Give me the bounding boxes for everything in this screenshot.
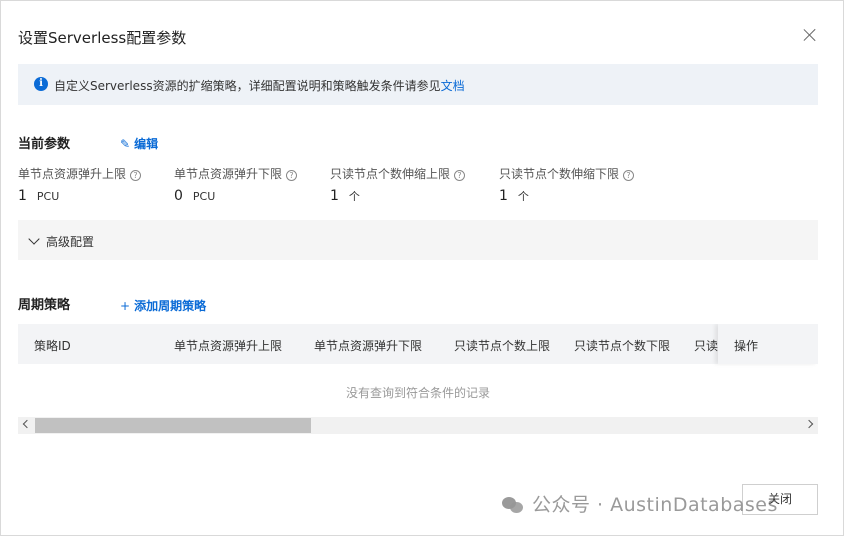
param-unit: 个 [348,190,360,203]
column-header-min-ro: 只读节点个数下限 [574,339,671,353]
param-unit: 个 [517,190,529,203]
param-unit: PCU [36,190,60,203]
param-number: 0 [174,188,183,204]
info-notice: i 自定义Serverless资源的扩缩策略，详细配置说明和策略触发条件请参见文… [18,64,818,105]
scroll-left-icon[interactable] [22,419,32,429]
param-label-min-pcu: 单节点资源弹升下限? [174,165,298,182]
column-header-policy-id: 策略ID [34,339,71,353]
column-header-max-pcu: 单节点资源弹升上限 [174,339,283,353]
column-header-actions: 操作 [718,324,818,364]
notice-text: 自定义Serverless资源的扩缩策略，详细配置说明和策略触发条件请参见文档 [54,77,465,94]
docs-link[interactable]: 文档 [441,79,465,93]
param-label-max-pcu: 单节点资源弹升上限? [18,165,142,182]
help-icon[interactable]: ? [286,170,298,181]
table-header: 策略ID 单节点资源弹升上限 单节点资源弹升下限 只读节点个数上限 只读节点个数… [18,324,818,364]
serverless-config-dialog: 设置Serverless配置参数 i 自定义Serverless资源的扩缩策略，… [0,0,844,536]
column-header-truncated: 只读 [694,339,719,353]
help-icon[interactable]: ? [130,170,142,181]
edit-icon: ✎ [120,137,131,151]
actions-label: 操作 [734,339,759,353]
watermark: 公众号 · AustinDatabases [502,490,778,517]
param-label-text: 单节点资源弹升上限 [18,167,127,181]
param-value-max-ro: 1个 [330,188,360,204]
column-header-min-pcu: 单节点资源弹升下限 [314,339,423,353]
param-value-min-pcu: 0 PCU [174,188,215,204]
empty-state-text: 没有查询到符合条件的记录 [345,386,490,400]
param-number: 1 [499,188,508,204]
scroll-right-icon[interactable] [804,419,814,429]
notice-message: 自定义Serverless资源的扩缩策略，详细配置说明和策略触发条件请参见 [54,79,441,93]
edit-label: 编辑 [134,137,159,151]
add-schedule-label: 添加周期策略 [134,299,207,313]
param-value-min-ro: 1个 [499,188,529,204]
help-icon[interactable]: ? [454,170,466,181]
chevron-down-icon [28,233,40,245]
close-icon[interactable] [803,28,817,42]
watermark-text: 公众号 · AustinDatabases [532,494,778,516]
param-number: 1 [330,188,339,204]
param-label-min-ro: 只读节点个数伸缩下限? [499,165,635,182]
advanced-config-toggle[interactable]: 高级配置 [18,220,818,260]
plus-icon: + [120,299,131,313]
edit-button[interactable]: ✎ 编辑 [120,135,158,152]
param-label-text: 只读节点个数伸缩上限 [330,167,451,181]
advanced-config-label: 高级配置 [46,235,95,249]
param-label-text: 单节点资源弹升下限 [174,167,283,181]
current-params-title: 当前参数 [18,137,71,152]
scrollbar-thumb[interactable] [35,418,311,433]
add-schedule-policy-button[interactable]: + 添加周期策略 [120,297,206,314]
info-icon: i [34,77,48,91]
dialog-title: 设置Serverless配置参数 [18,29,187,47]
param-value-max-pcu: 1 PCU [18,188,59,204]
param-number: 1 [18,188,27,204]
schedule-policy-title: 周期策略 [18,298,71,313]
param-label-text: 只读节点个数伸缩下限 [499,167,620,181]
help-icon[interactable]: ? [623,170,635,181]
column-header-max-ro: 只读节点个数上限 [454,339,551,353]
wechat-icon [502,495,524,513]
param-label-max-ro: 只读节点个数伸缩上限? [330,165,466,182]
param-unit: PCU [192,190,216,203]
horizontal-scrollbar[interactable] [18,417,818,434]
